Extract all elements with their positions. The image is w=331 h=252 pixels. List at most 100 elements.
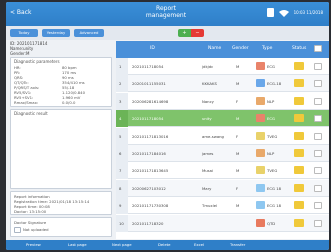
param-row: Rmax/Smax: 0.0/0.0: [14, 100, 76, 105]
cell-name: Nancy: [202, 98, 214, 104]
cell-id: 2021011718054: [132, 116, 164, 122]
row-checkbox[interactable]: [314, 132, 322, 140]
add-button[interactable]: +: [178, 29, 191, 37]
cell-gender: M: [236, 168, 240, 174]
header-bar: < Back Report management 10:03 11/2018: [6, 2, 329, 26]
row-number: 5: [119, 133, 122, 139]
report-table: ID Name Gender Type Status 1 202101171805…: [116, 41, 329, 239]
col-name[interactable]: Name: [208, 46, 221, 51]
col-status[interactable]: Status: [292, 46, 306, 51]
row-checkbox[interactable]: [314, 219, 322, 227]
cell-type: ECG: [267, 116, 275, 122]
report-info-box: Report information Registration time: 20…: [10, 191, 112, 215]
row-number-cell: 2: [116, 75, 128, 93]
row-number-cell: 1: [116, 58, 128, 75]
row-number: 2: [119, 81, 122, 87]
cell-gender: M: [236, 64, 240, 69]
upload-status: Not uploaded: [23, 227, 49, 232]
patient-gender: Gender:M: [10, 51, 30, 56]
cell-type: ECG 18: [267, 185, 282, 191]
type-icon: [256, 62, 265, 70]
cell-name: unity: [202, 116, 212, 122]
cell-id: 202006281614698: [132, 98, 169, 104]
delete-button[interactable]: Delete: [158, 242, 170, 248]
table-row[interactable]: 10 2021011718320 QTD: [116, 214, 329, 232]
table-row[interactable]: 2 20201011155031 KKKAKS M ECG-18: [116, 75, 329, 93]
cell-id: 202101171813645: [132, 168, 169, 174]
status-hand-icon[interactable]: [294, 114, 304, 123]
col-id[interactable]: ID: [150, 46, 155, 51]
type-icon: [256, 166, 265, 175]
yesterday-button[interactable]: Yesterday: [42, 29, 70, 37]
status-hand-icon[interactable]: [294, 131, 304, 140]
add-remove-buttons: + −: [178, 29, 204, 37]
transfer-button[interactable]: Transfer: [230, 242, 245, 248]
cell-id: 20210117184016: [132, 151, 166, 156]
upload-checkbox[interactable]: [14, 227, 21, 233]
type-icon: [256, 201, 265, 210]
cell-type: TVEG: [267, 168, 278, 174]
row-checkbox[interactable]: [314, 202, 322, 210]
row-checkbox[interactable]: [314, 115, 322, 123]
cell-name: Musai: [202, 168, 214, 174]
row-number-cell: 9: [116, 197, 128, 215]
status-hand-icon[interactable]: [294, 96, 304, 105]
cell-gender: M: [236, 203, 240, 209]
table-row[interactable]: 1 2021011718054 jdkjdc M ECG: [116, 58, 329, 75]
next-page-button[interactable]: Next page: [112, 242, 132, 248]
row-checkbox[interactable]: [314, 80, 322, 88]
col-gender[interactable]: Gender: [232, 46, 249, 51]
cell-name: Mary: [202, 185, 212, 191]
row-checkbox[interactable]: [314, 184, 322, 192]
table-row[interactable]: 3 202006281614698 Nancy F NLP: [116, 92, 329, 110]
status-hand-icon[interactable]: [294, 149, 304, 157]
last-page-button[interactable]: Last page: [68, 242, 87, 248]
row-number-cell: 3: [116, 92, 128, 110]
excel-button[interactable]: Excel: [194, 242, 204, 248]
row-number-cell: 8: [116, 179, 128, 197]
cell-gender: M: [236, 81, 240, 87]
cell-type: TVEG: [267, 133, 278, 139]
diagnosis-box[interactable]: Diagnostic result: [10, 109, 112, 189]
cell-type: NLP: [267, 98, 275, 104]
row-checkbox[interactable]: [314, 63, 322, 70]
table-row[interactable]: 9 202101171730308 Tmuxlel M ECG 18: [116, 197, 329, 215]
remove-button[interactable]: −: [191, 29, 204, 37]
row-number: 4: [119, 116, 122, 122]
select-all-checkbox[interactable]: [314, 45, 322, 52]
signature-label: Doctor Signature: [14, 220, 47, 225]
cell-id: 2021011718054: [132, 64, 164, 69]
row-number-cell: 5: [116, 127, 128, 145]
cell-gender: F: [236, 185, 239, 191]
toolbar: Today Yesterday Advanced: [6, 26, 329, 40]
table-row[interactable]: 5 202101171813016 ame-swang F TVEG: [116, 127, 329, 145]
table-row[interactable]: 6 20210117184016 james M NLP: [116, 145, 329, 162]
cell-gender: M: [236, 116, 240, 122]
row-checkbox[interactable]: [314, 167, 322, 175]
today-button[interactable]: Today: [10, 29, 38, 37]
row-checkbox[interactable]: [314, 97, 322, 105]
table-row[interactable]: 8 20200627103012 Mary F ECG 18: [116, 179, 329, 197]
type-icon: [256, 79, 265, 88]
back-button[interactable]: < Back: [10, 9, 32, 16]
table-row[interactable]: 4 2021011718054 unity M ECG: [116, 110, 329, 128]
preview-button[interactable]: Preview: [26, 242, 41, 248]
title-line-1: Report: [156, 5, 176, 12]
status-hand-icon[interactable]: [294, 201, 304, 210]
advanced-button[interactable]: Advanced: [74, 29, 104, 37]
type-icon: [256, 131, 265, 140]
table-row[interactable]: 7 202101171813645 Musai M TVEG: [116, 162, 329, 180]
clock: 10:03 11/2018: [293, 10, 323, 15]
status-hand-icon[interactable]: [294, 79, 304, 88]
status-hand-icon[interactable]: [294, 183, 304, 192]
cell-gender: F: [236, 133, 239, 139]
title-line-2: management: [145, 12, 187, 19]
row-number: 7: [119, 168, 122, 174]
wifi-icon: [278, 9, 289, 17]
status-hand-icon[interactable]: [294, 62, 304, 70]
cell-type: ECG 18: [267, 203, 282, 209]
col-type[interactable]: Type: [262, 46, 272, 51]
status-hand-icon[interactable]: [294, 166, 304, 175]
status-hand-icon[interactable]: [294, 218, 304, 227]
row-checkbox[interactable]: [314, 150, 322, 157]
